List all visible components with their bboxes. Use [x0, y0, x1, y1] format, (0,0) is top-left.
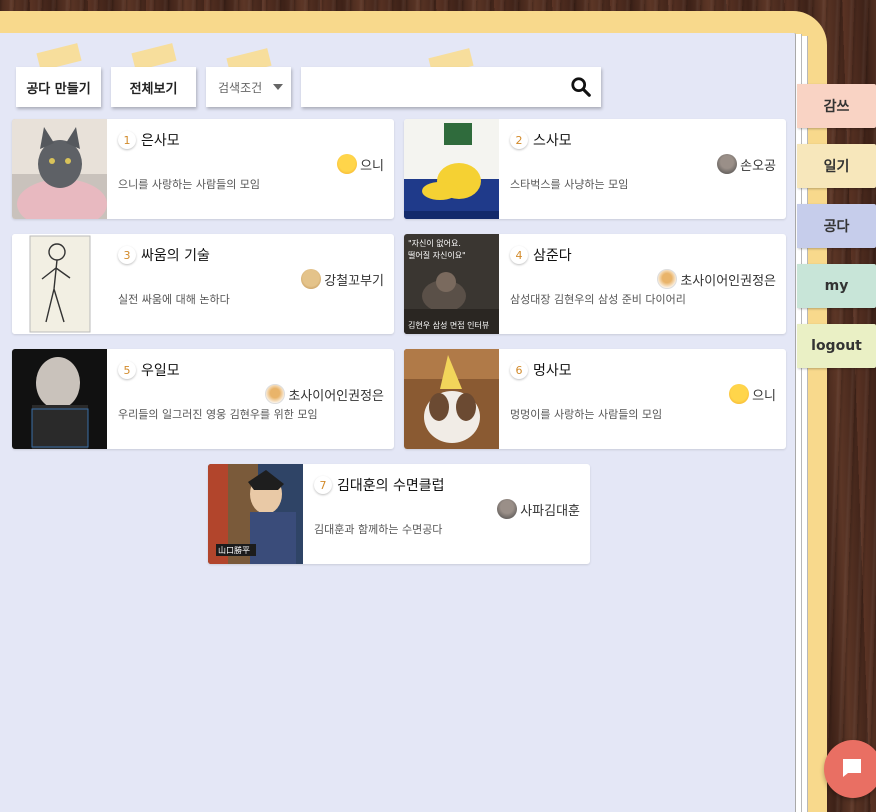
card-owner: 손오공	[717, 154, 776, 174]
owner-name: 손오공	[740, 158, 776, 174]
card-owner: 으니	[729, 384, 776, 404]
search-input[interactable]	[301, 67, 561, 107]
card-description: 우리들의 일그러진 영웅 김현우를 위한 모임	[118, 408, 318, 421]
gongda-card[interactable]: "자신이 없어요. 떨어질 자신이요" 김현우 삼성 면접 인터뷰 4 삼준다 …	[404, 234, 786, 334]
owner-name: 초사이어인권정은	[288, 388, 384, 404]
owner-name: 사파김대훈	[520, 503, 580, 519]
profile-photo-icon	[497, 499, 518, 519]
gongda-card[interactable]: 5 우일모 초사이어인권정은 우리들의 일그러진 영웅 김현우를 위한 모임	[12, 349, 394, 449]
fighter-avatar-icon	[265, 384, 286, 404]
card-owner: 사파김대훈	[497, 499, 580, 519]
smiley-emoji-icon	[337, 154, 358, 174]
create-gongda-button[interactable]: 공다 만들기	[16, 67, 101, 107]
search-icon[interactable]	[570, 76, 592, 98]
gongda-card[interactable]: 山口勝平 7 김대훈의 수면클럽 사파김대훈 김대훈과 함께하는 수면공다	[208, 464, 590, 564]
svg-text:山口勝平: 山口勝平	[218, 545, 250, 555]
card-description: 실전 싸움에 대해 논하다	[118, 293, 230, 306]
card-description: 멍멍이를 사랑하는 사람들의 모임	[510, 408, 663, 421]
card-title: 우일모	[141, 363, 180, 379]
gongda-card[interactable]: 3 싸움의 기술 강철꼬부기 실전 싸움에 대해 논하다	[12, 234, 394, 334]
owner-name: 강철꼬부기	[324, 273, 384, 289]
owner-name: 초사이어인권정은	[680, 273, 776, 289]
card-owner: 초사이어인권정은	[657, 269, 776, 289]
gongda-card[interactable]: 2 스사모 손오공 스타벅스를 사냥하는 모임	[404, 119, 786, 219]
chat-button[interactable]	[824, 740, 876, 798]
view-all-button[interactable]: 전체보기	[111, 67, 196, 107]
card-thumbnail-portrait	[12, 349, 107, 449]
owner-name: 으니	[752, 388, 776, 404]
smiley-emoji-icon	[729, 384, 750, 404]
search-condition-label: 검색조건	[218, 80, 263, 95]
chat-bubble-icon	[843, 759, 861, 777]
tab-logout[interactable]: logout	[797, 324, 876, 368]
search-condition-select[interactable]: 검색조건	[206, 67, 291, 107]
card-title: 멍사모	[533, 363, 572, 379]
card-number: 4	[510, 246, 528, 264]
dog-avatar-icon	[301, 269, 322, 289]
card-title: 스사모	[533, 133, 572, 149]
card-description: 삼성대장 김현우의 삼성 준비 다이어리	[510, 293, 686, 306]
card-number: 3	[118, 246, 136, 264]
card-description: 으니를 사랑하는 사람들의 모임	[118, 178, 261, 191]
card-thumbnail-anime: 山口勝平	[208, 464, 303, 564]
card-title: 은사모	[141, 133, 180, 149]
card-thumbnail-sketch	[12, 234, 107, 334]
card-thumbnail-interview: "자신이 없어요. 떨어질 자신이요" 김현우 삼성 면접 인터뷰	[404, 234, 499, 334]
profile-photo-icon	[717, 154, 738, 174]
card-title: 싸움의 기술	[141, 248, 210, 264]
search-box	[301, 67, 601, 107]
gongda-card[interactable]: 1 은사모 으니 으니를 사랑하는 사람들의 모임	[12, 119, 394, 219]
tab-gamsseu[interactable]: 감쓰	[797, 84, 876, 128]
card-thumbnail-dog	[404, 349, 499, 449]
card-description: 스타벅스를 사냥하는 모임	[510, 178, 629, 191]
svg-text:"자신이 없어요.: "자신이 없어요.	[408, 238, 461, 248]
card-number: 1	[118, 131, 136, 149]
svg-text:떨어질 자신이요": 떨어질 자신이요"	[408, 250, 466, 260]
card-thumbnail-cat	[12, 119, 107, 219]
card-number: 6	[510, 361, 528, 379]
tab-diary[interactable]: 일기	[797, 144, 876, 188]
chevron-down-icon	[273, 84, 283, 90]
card-number: 5	[118, 361, 136, 379]
card-number: 2	[510, 131, 528, 149]
card-title: 김대훈의 수면클럽	[337, 478, 445, 494]
card-owner: 강철꼬부기	[301, 269, 384, 289]
gongda-card[interactable]: 6 멍사모 으니 멍멍이를 사랑하는 사람들의 모임	[404, 349, 786, 449]
card-description: 김대훈과 함께하는 수면공다	[314, 523, 443, 536]
fighter-avatar-icon	[657, 269, 678, 289]
card-number: 7	[314, 476, 332, 494]
svg-text:김현우 삼성 면접 인터뷰: 김현우 삼성 면접 인터뷰	[408, 320, 489, 330]
card-title: 삼준다	[533, 248, 572, 264]
card-thumbnail-starbucks	[404, 119, 499, 219]
tab-my[interactable]: my	[797, 264, 876, 308]
owner-name: 으니	[360, 158, 384, 174]
tab-gongda[interactable]: 공다	[797, 204, 876, 248]
card-owner: 으니	[337, 154, 384, 174]
card-owner: 초사이어인권정은	[265, 384, 384, 404]
